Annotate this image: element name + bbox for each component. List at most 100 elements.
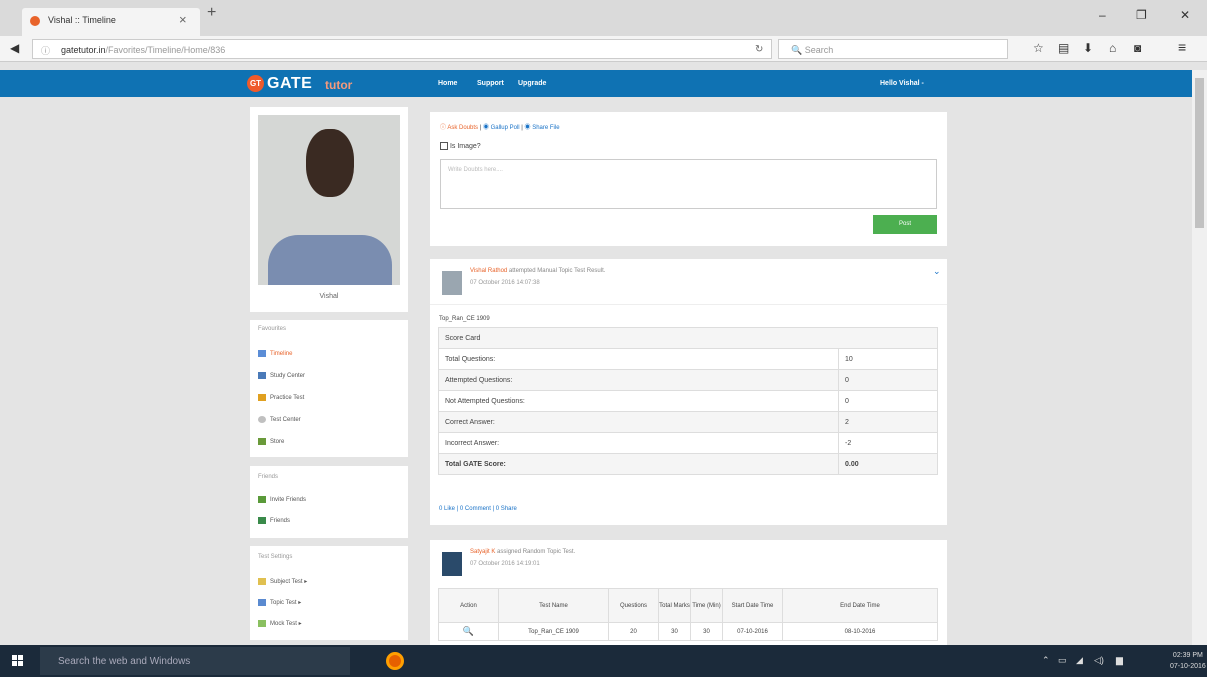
home-icon[interactable]: ⌂ [1109,41,1116,55]
nav-upgrade[interactable]: Upgrade [518,80,546,87]
friends-title: Friends [258,474,279,480]
topic-test-icon [258,599,266,606]
friends-panel: Friends Invite Friends Friends [250,466,408,538]
mock-test-icon [258,620,266,627]
scrollbar-thumb[interactable] [1195,78,1204,228]
post-button[interactable]: Post [873,215,937,234]
sidebar-item-mock-test[interactable]: Mock Test ▸ [258,620,302,627]
profile-face [306,129,354,197]
pocket-icon[interactable]: ◙ [1134,41,1141,55]
search-icon[interactable]: 🔍 [463,626,474,636]
table-row: Not Attempted Questions: 0 [438,390,938,412]
assigned-test-table: Action Test Name Questions Total Marks T… [438,588,938,641]
nav-home[interactable]: Home [438,80,457,87]
minimize-icon[interactable]: – [1099,8,1106,22]
logo-main: GATE [267,75,313,92]
network-icon[interactable]: ◢ [1076,655,1083,666]
post-header: Vishal Rathod attempted Manual Topic Tes… [470,268,605,274]
tab-separator: | [479,125,482,131]
sidebar-item-subject-test[interactable]: Subject Test ▸ [258,578,307,585]
tab-separator: | [521,125,523,131]
close-window-icon[interactable]: ✕ [1180,8,1190,22]
sidebar-item-test-center[interactable]: Test Center [258,416,301,423]
maximize-icon[interactable]: ❐ [1136,8,1147,22]
doubt-textarea[interactable]: Write Doubts here.... [440,159,937,209]
bookmark-star-icon[interactable]: ☆ [1033,41,1044,55]
favourites-panel: Favourites Timeline Study Center Practic… [250,320,408,457]
table-row: Correct Answer: 2 [438,411,938,433]
avatar[interactable] [442,271,462,295]
sidebar-item-invite-friends[interactable]: Invite Friends [258,496,306,503]
post-time: 07 October 2016 14:07:38 [470,280,540,286]
nav-support[interactable]: Support [477,80,504,87]
chevron-down-icon[interactable]: ⌄ [933,266,941,277]
battery-icon[interactable]: ▭ [1058,655,1067,666]
avatar[interactable] [442,552,462,576]
profile-photo[interactable] [258,115,400,285]
is-image-label: Is Image? [449,142,481,150]
tab-close-icon[interactable]: × [179,12,187,27]
windows-taskbar: Search the web and Windows ⌃ ▭ ◢ ◁) ▆ 02… [0,645,1207,677]
windows-start-icon[interactable] [12,655,24,667]
reading-list-icon[interactable]: ▤ [1058,41,1069,55]
post-action: attempted Manual Topic Test Result. [508,268,606,274]
share-file-tab[interactable]: ◉ Share File [525,125,560,131]
sidebar-item-timeline[interactable]: Timeline [258,350,292,357]
new-tab-icon[interactable]: + [207,4,216,22]
volume-icon[interactable]: ◁) [1094,655,1104,666]
favourites-title: Favourites [258,326,287,332]
browser-nav-bar: ◀ ⓘ gatetutor.in/Favorites/Timeline/Home… [0,36,1207,62]
table-row: 🔍 Top_Ran_CE 1909 20 30 30 07-10-2016 08… [438,622,938,641]
sidebar-item-topic-test[interactable]: Topic Test ▸ [258,599,301,606]
store-icon [258,438,266,445]
download-icon[interactable]: ⬇ [1083,41,1093,55]
post-social-links[interactable]: 0 Like | 0 Comment | 0 Share [439,506,517,512]
sidebar-item-practice-test[interactable]: Practice Test [258,394,304,401]
subject-test-icon [258,578,266,585]
sidebar-item-friends[interactable]: Friends [258,517,290,524]
is-image-checkbox[interactable] [440,142,448,150]
site-favicon-icon [30,16,40,26]
sidebar-item-study-center[interactable]: Study Center [258,372,305,379]
address-bar[interactable]: ⓘ gatetutor.in/Favorites/Timeline/Home/8… [32,39,772,59]
taskbar-search-box[interactable]: Search the web and Windows [40,647,350,675]
logo-sub: tutor [325,78,353,92]
taskbar-clock[interactable]: 02:39 PM 07-10-2016 [1170,650,1206,672]
clock-date: 07-10-2016 [1170,663,1206,670]
composer-tabs: ⓘ Ask Doubts | ◉ Gallup Poll | ◉ Share F… [440,122,560,131]
site-header: GT GATE tutor Home Support Upgrade Hello… [0,70,1192,97]
post-action: assigned Random Topic Test. [497,549,576,555]
user-greeting[interactable]: Hello Vishal - [880,80,924,87]
timeline-post-score: Vishal Rathod attempted Manual Topic Tes… [430,259,947,525]
browser-tab-bar: Vishal :: Timeline × + – ❐ ✕ [0,0,1207,36]
logo-badge: GT [247,75,264,92]
firefox-icon[interactable] [386,652,404,670]
page-scrollbar[interactable] [1192,70,1207,645]
profile-shirt [268,235,392,285]
post-author[interactable]: Satyajit K [470,549,495,555]
taskbar-search-placeholder: Search the web and Windows [58,656,191,667]
view-action-cell: 🔍 [438,622,499,641]
post-author[interactable]: Vishal Rathod [470,268,507,274]
site-logo[interactable]: GT GATE tutor [247,75,387,93]
table-row: Total Questions: 10 [438,348,938,370]
table-header-row: Action Test Name Questions Total Marks T… [438,588,938,623]
ask-doubts-tab[interactable]: ⓘ Ask Doubts [440,125,478,131]
menu-icon[interactable]: ≡ [1178,39,1186,55]
test-settings-title: Test Settings [258,554,293,560]
study-center-icon [258,372,266,379]
info-icon[interactable]: ⓘ [41,44,50,57]
composer-card: ⓘ Ask Doubts | ◉ Gallup Poll | ◉ Share F… [430,112,947,246]
sidebar-item-store[interactable]: Store [258,438,284,445]
tray-chevron-icon[interactable]: ⌃ [1042,655,1050,666]
browser-search-box[interactable]: 🔍 Search [778,39,1008,59]
notifications-icon[interactable]: ▆ [1116,655,1123,666]
browser-tab[interactable]: Vishal :: Timeline × [22,8,200,36]
reload-icon[interactable]: ↻ [755,44,763,55]
timeline-post-assigned: Satyajit K assigned Random Topic Test. 0… [430,540,947,650]
practice-test-icon [258,394,266,401]
post-time: 07 October 2016 14:19:01 [470,561,540,567]
tab-title: Vishal :: Timeline [48,15,116,25]
back-icon[interactable]: ◀ [10,41,19,55]
gallup-poll-tab[interactable]: ◉ Gallup Poll [483,125,520,131]
